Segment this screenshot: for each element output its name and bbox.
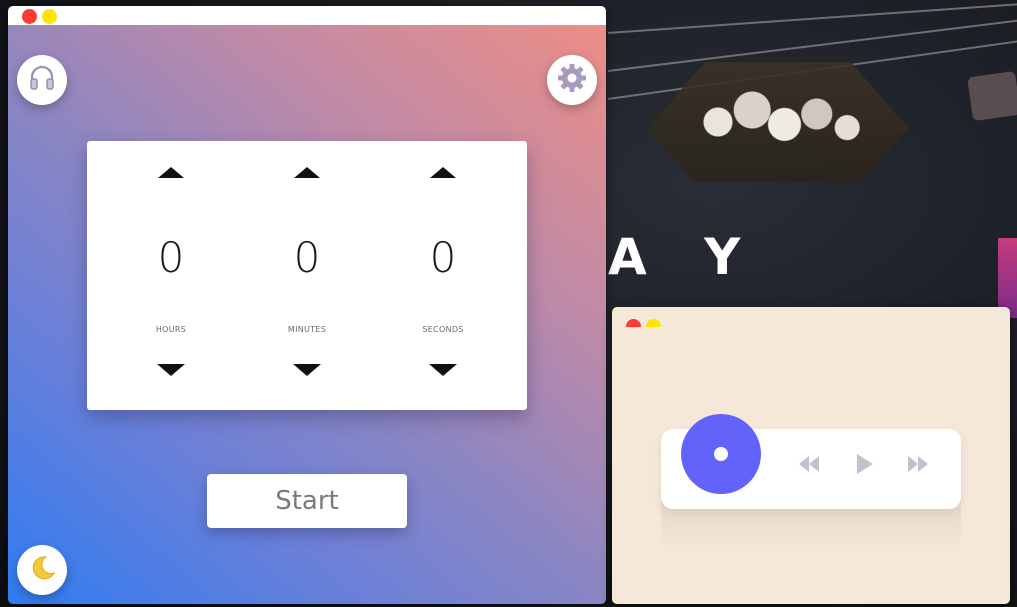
seconds-increment-button[interactable] [430, 167, 456, 178]
player-titlebar[interactable] [612, 307, 1010, 334]
settings-button[interactable] [547, 55, 597, 105]
rewind-icon[interactable] [798, 455, 820, 477]
dark-mode-button[interactable] [17, 545, 67, 595]
minutes-decrement-button[interactable] [293, 364, 321, 376]
moon-icon [27, 553, 57, 587]
minutes-label: MINUTES [287, 325, 327, 334]
timer-window: 0 HOURS 0 MINUTES 0 SECONDS Start [8, 6, 606, 604]
wallpaper-bubbles [680, 78, 870, 158]
fast-forward-icon[interactable] [907, 455, 929, 477]
disc-icon[interactable] [681, 414, 761, 494]
headphones-icon [27, 63, 57, 97]
headphones-button[interactable] [17, 55, 67, 105]
hours-label: HOURS [155, 325, 187, 334]
play-icon[interactable] [856, 453, 874, 479]
minimize-button[interactable] [42, 9, 57, 24]
player-content [612, 327, 1010, 604]
timer-titlebar[interactable] [8, 6, 606, 25]
hours-increment-button[interactable] [158, 167, 184, 178]
minutes-value: 0 [293, 233, 321, 282]
hours-decrement-button[interactable] [157, 364, 185, 376]
hours-value: 0 [157, 233, 185, 282]
gear-icon [556, 62, 588, 98]
wallpaper-badge [967, 70, 1017, 122]
wallpaper-text: A Y [608, 228, 761, 286]
hours-column: 0 HOURS [111, 141, 231, 410]
seconds-value: 0 [429, 233, 457, 282]
seconds-decrement-button[interactable] [429, 364, 457, 376]
timer-content: 0 HOURS 0 MINUTES 0 SECONDS Start [8, 25, 606, 604]
disc-center [714, 447, 728, 461]
wallpaper-stripe [998, 238, 1017, 318]
player-window [612, 307, 1010, 604]
seconds-label: SECONDS [422, 325, 464, 334]
minutes-column: 0 MINUTES [247, 141, 367, 410]
seconds-column: 0 SECONDS [383, 141, 503, 410]
start-button[interactable]: Start [207, 474, 407, 528]
minutes-increment-button[interactable] [294, 167, 320, 178]
close-button[interactable] [22, 9, 37, 24]
time-picker-card: 0 HOURS 0 MINUTES 0 SECONDS [87, 141, 527, 410]
